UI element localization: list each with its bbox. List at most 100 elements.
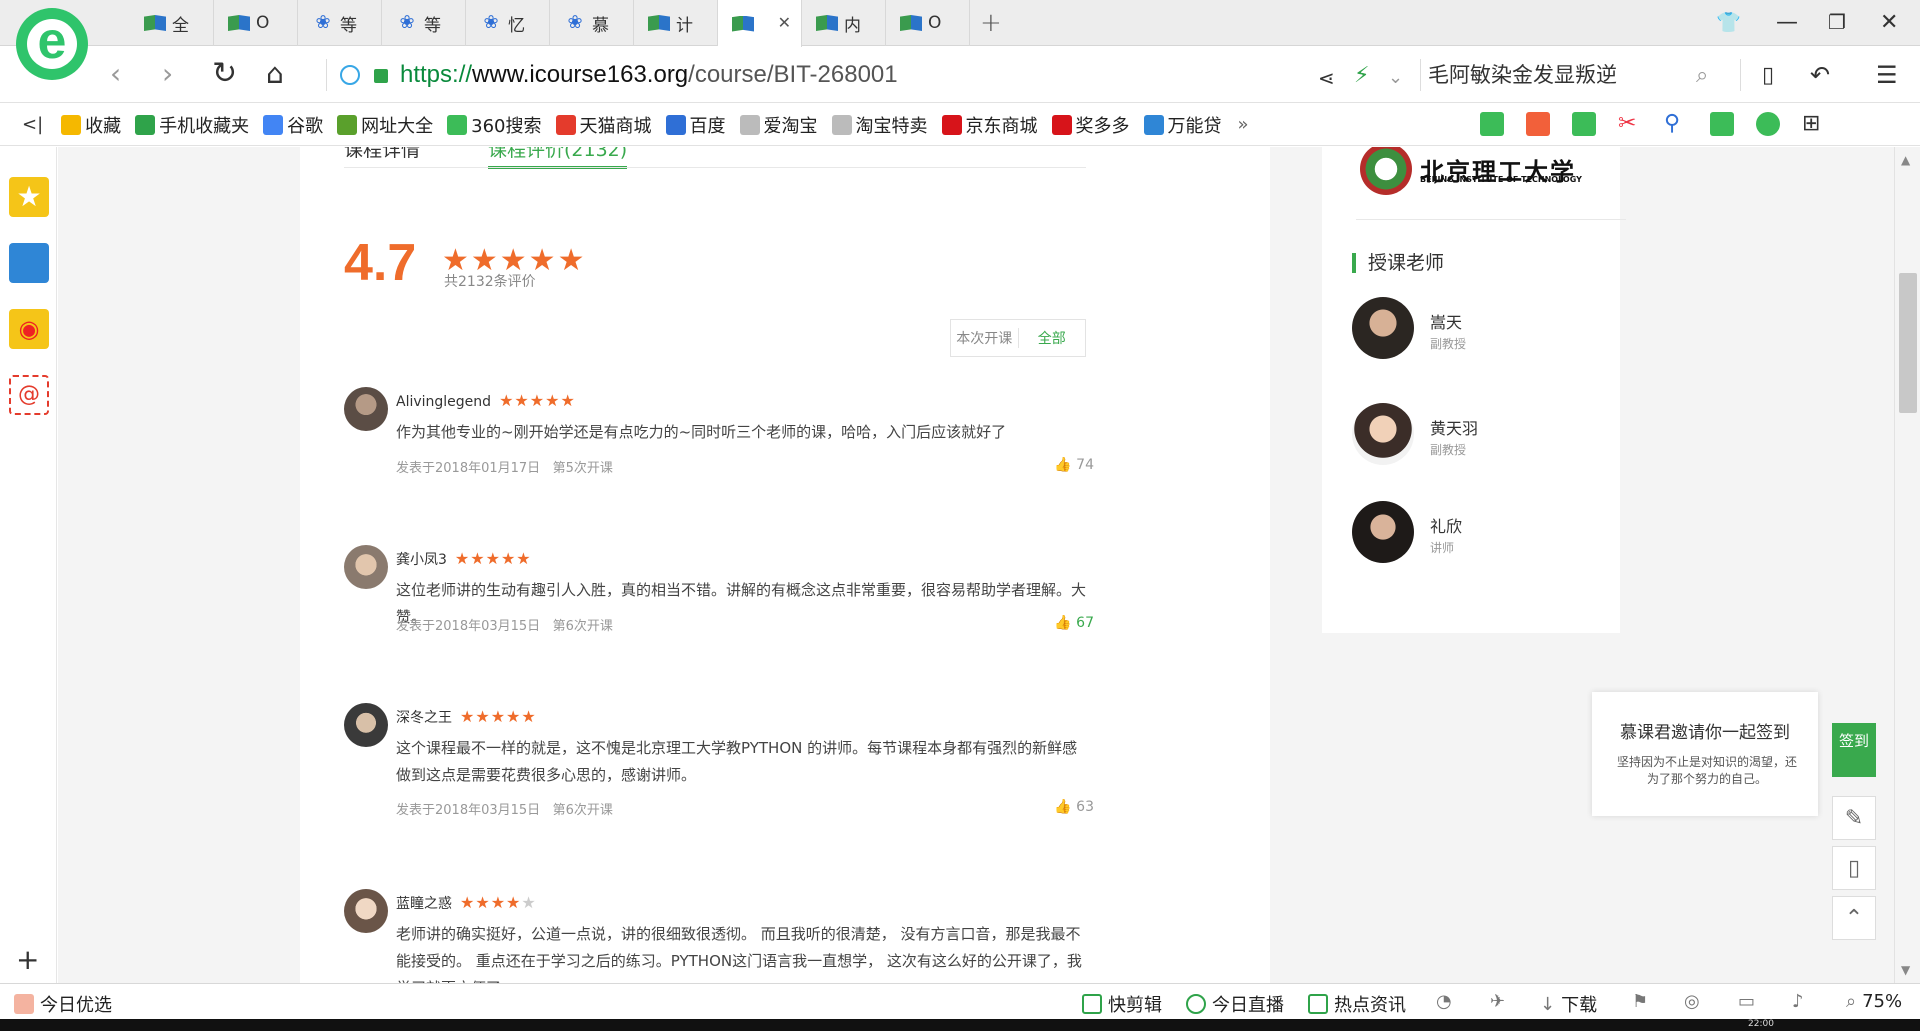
wallet-icon[interactable] bbox=[1756, 112, 1780, 136]
bookmark-item[interactable]: 网址大全 bbox=[337, 112, 433, 138]
teacher-name[interactable]: 礼欣 bbox=[1430, 513, 1462, 537]
favorites-star-icon[interactable]: ★ bbox=[9, 177, 49, 217]
share-icon[interactable]: ⋖ bbox=[1318, 63, 1335, 93]
forward-button[interactable]: › bbox=[162, 59, 173, 89]
filter-current-session-button[interactable]: 本次开课 bbox=[951, 328, 1019, 348]
download-button[interactable]: ↓ 下载 bbox=[1540, 991, 1597, 1017]
browser-tab[interactable]: ❀ 慕 bbox=[550, 0, 634, 46]
quick-edit-button[interactable]: 快剪辑 bbox=[1082, 991, 1162, 1017]
teacher-item[interactable]: 黄天羽 副教授 bbox=[1352, 403, 1612, 467]
bookmark-item[interactable]: 爱淘宝 bbox=[739, 112, 818, 138]
bookmark-item[interactable]: 手机收藏夹 bbox=[135, 112, 249, 138]
page-scrollbar[interactable]: ▲ ▼ bbox=[1894, 147, 1920, 983]
browser-logo[interactable]: e bbox=[16, 8, 88, 80]
search-input[interactable]: 毛阿敏染金发显叛逆 bbox=[1428, 59, 1728, 89]
reader-icon[interactable] bbox=[1480, 112, 1504, 136]
skin-icon[interactable]: 👕 bbox=[1716, 10, 1741, 34]
new-tab-button[interactable]: + bbox=[980, 8, 1002, 38]
checkin-button[interactable]: 签到 bbox=[1832, 723, 1876, 777]
reviewer-avatar[interactable] bbox=[344, 703, 388, 747]
hot-news-button[interactable]: 热点资讯 bbox=[1308, 991, 1406, 1017]
search-icon[interactable]: ⌕ bbox=[1696, 61, 1708, 91]
address-input[interactable]: https://www.icourse163.org/course/BIT-26… bbox=[400, 61, 898, 89]
zoom-control[interactable]: ⌕ 75% bbox=[1846, 991, 1902, 1012]
collapse-sidebar-icon[interactable]: <| bbox=[22, 114, 43, 135]
window-icon[interactable]: ▭ bbox=[1738, 991, 1755, 1012]
lightning-icon[interactable]: ⚡ bbox=[1354, 61, 1369, 91]
reviewer-name[interactable]: 蓝瞳之惑 bbox=[396, 896, 452, 912]
add-icon[interactable]: + bbox=[16, 943, 39, 976]
filter-all-button[interactable]: 全部 bbox=[1019, 328, 1086, 348]
live-today-button[interactable]: 今日直播 bbox=[1186, 991, 1284, 1017]
back-button[interactable]: ‹ bbox=[110, 59, 121, 89]
minimize-button[interactable]: — bbox=[1776, 10, 1798, 35]
bookmark-item[interactable]: 万能贷 bbox=[1143, 112, 1222, 138]
reviewer-avatar[interactable] bbox=[344, 889, 388, 933]
bookmark-item[interactable]: 天猫商城 bbox=[555, 112, 652, 138]
news-icon[interactable] bbox=[9, 243, 49, 283]
tv-icon[interactable] bbox=[1526, 112, 1550, 136]
teacher-avatar[interactable] bbox=[1352, 297, 1414, 359]
flag-icon[interactable]: ⚑ bbox=[1632, 991, 1648, 1012]
bookmark-item[interactable]: 京东商城 bbox=[941, 112, 1038, 138]
phone-icon[interactable]: ▯ bbox=[1762, 61, 1774, 91]
bookmark-item[interactable]: 奖多多 bbox=[1051, 112, 1130, 138]
close-tab-icon[interactable]: ✕ bbox=[778, 13, 791, 32]
rocket-icon[interactable]: ✈ bbox=[1490, 991, 1505, 1012]
reviewer-name[interactable]: Alivinglegend bbox=[396, 394, 491, 410]
tab-course-details[interactable]: 课程详情 bbox=[344, 147, 420, 161]
reviewer-avatar[interactable] bbox=[344, 387, 388, 431]
chevron-down-icon[interactable]: ⌄ bbox=[1388, 63, 1403, 93]
translate-icon[interactable] bbox=[1572, 112, 1596, 136]
browser-tab[interactable]: O bbox=[214, 0, 298, 46]
scroll-down-arrow-icon[interactable]: ▼ bbox=[1901, 963, 1910, 977]
weibo-icon[interactable]: ◉ bbox=[9, 309, 49, 349]
like-button[interactable]: 👍 74 bbox=[1054, 457, 1094, 473]
teacher-item[interactable]: 礼欣 讲师 bbox=[1352, 501, 1612, 565]
scroll-up-arrow-icon[interactable]: ▲ bbox=[1901, 153, 1910, 167]
teacher-name[interactable]: 嵩天 bbox=[1430, 309, 1462, 333]
undo-icon[interactable]: ↶ bbox=[1810, 60, 1830, 90]
close-window-button[interactable]: ✕ bbox=[1880, 10, 1898, 35]
scissors-icon[interactable]: ✂ bbox=[1618, 112, 1642, 136]
tab-course-reviews[interactable]: 课程评价(2132) bbox=[488, 147, 628, 169]
browser-icon[interactable]: ◎ bbox=[1684, 991, 1700, 1012]
reviewer-avatar[interactable] bbox=[344, 545, 388, 589]
home-button[interactable]: ⌂ bbox=[266, 59, 284, 89]
security-shield-icon[interactable] bbox=[340, 65, 360, 85]
browser-tab[interactable]: 全 bbox=[130, 0, 214, 46]
volume-icon[interactable]: ♪ bbox=[1792, 991, 1804, 1012]
bookmark-item[interactable]: 360搜索 bbox=[447, 112, 542, 138]
browser-tab[interactable]: 内 bbox=[802, 0, 886, 46]
back-to-top-icon[interactable]: ⌃ bbox=[1832, 896, 1876, 940]
bookmark-item[interactable]: 百度 bbox=[665, 112, 726, 138]
scrollbar-thumb[interactable] bbox=[1899, 273, 1917, 413]
reviewer-name[interactable]: 龚小凤3 bbox=[396, 552, 447, 568]
today-picks-button[interactable]: 今日优选 bbox=[14, 991, 112, 1017]
teacher-avatar[interactable] bbox=[1352, 501, 1414, 563]
teacher-avatar[interactable] bbox=[1352, 403, 1414, 465]
bookmark-item[interactable]: 收藏 bbox=[61, 112, 121, 138]
browser-tab[interactable]: 计 bbox=[634, 0, 718, 46]
game-icon[interactable] bbox=[1710, 112, 1734, 136]
school-logo[interactable]: 北京理工大学 BEIJING INSTITUTE OF TECHNOLOGY bbox=[1360, 147, 1582, 195]
reviewer-name[interactable]: 深冬之王 bbox=[396, 710, 452, 726]
menu-icon[interactable]: ☰ bbox=[1876, 60, 1898, 90]
reload-button[interactable]: ↻ bbox=[212, 59, 237, 89]
like-button[interactable]: 👍 63 bbox=[1054, 799, 1094, 815]
speed-icon[interactable]: ◔ bbox=[1436, 991, 1452, 1012]
mobile-icon[interactable]: ▯ bbox=[1832, 846, 1876, 890]
browser-tab[interactable]: ❀ 等 bbox=[298, 0, 382, 46]
teacher-name[interactable]: 黄天羽 bbox=[1430, 415, 1478, 439]
restore-button[interactable]: ❐ bbox=[1828, 10, 1846, 34]
magnifier-icon[interactable]: ⚲ bbox=[1664, 112, 1688, 136]
like-button[interactable]: 👍 67 bbox=[1054, 615, 1094, 631]
mail-icon[interactable]: @ bbox=[9, 375, 49, 415]
more-bookmarks-icon[interactable]: » bbox=[1238, 114, 1249, 135]
browser-tab[interactable]: ❀ 等 bbox=[382, 0, 466, 46]
browser-tab[interactable]: O bbox=[886, 0, 970, 46]
bookmark-item[interactable]: 淘宝特卖 bbox=[831, 112, 928, 138]
browser-tab[interactable]: ✕ bbox=[718, 0, 802, 47]
apps-grid-icon[interactable]: ⊞ bbox=[1802, 112, 1826, 136]
teacher-item[interactable]: 嵩天 副教授 bbox=[1352, 297, 1612, 361]
